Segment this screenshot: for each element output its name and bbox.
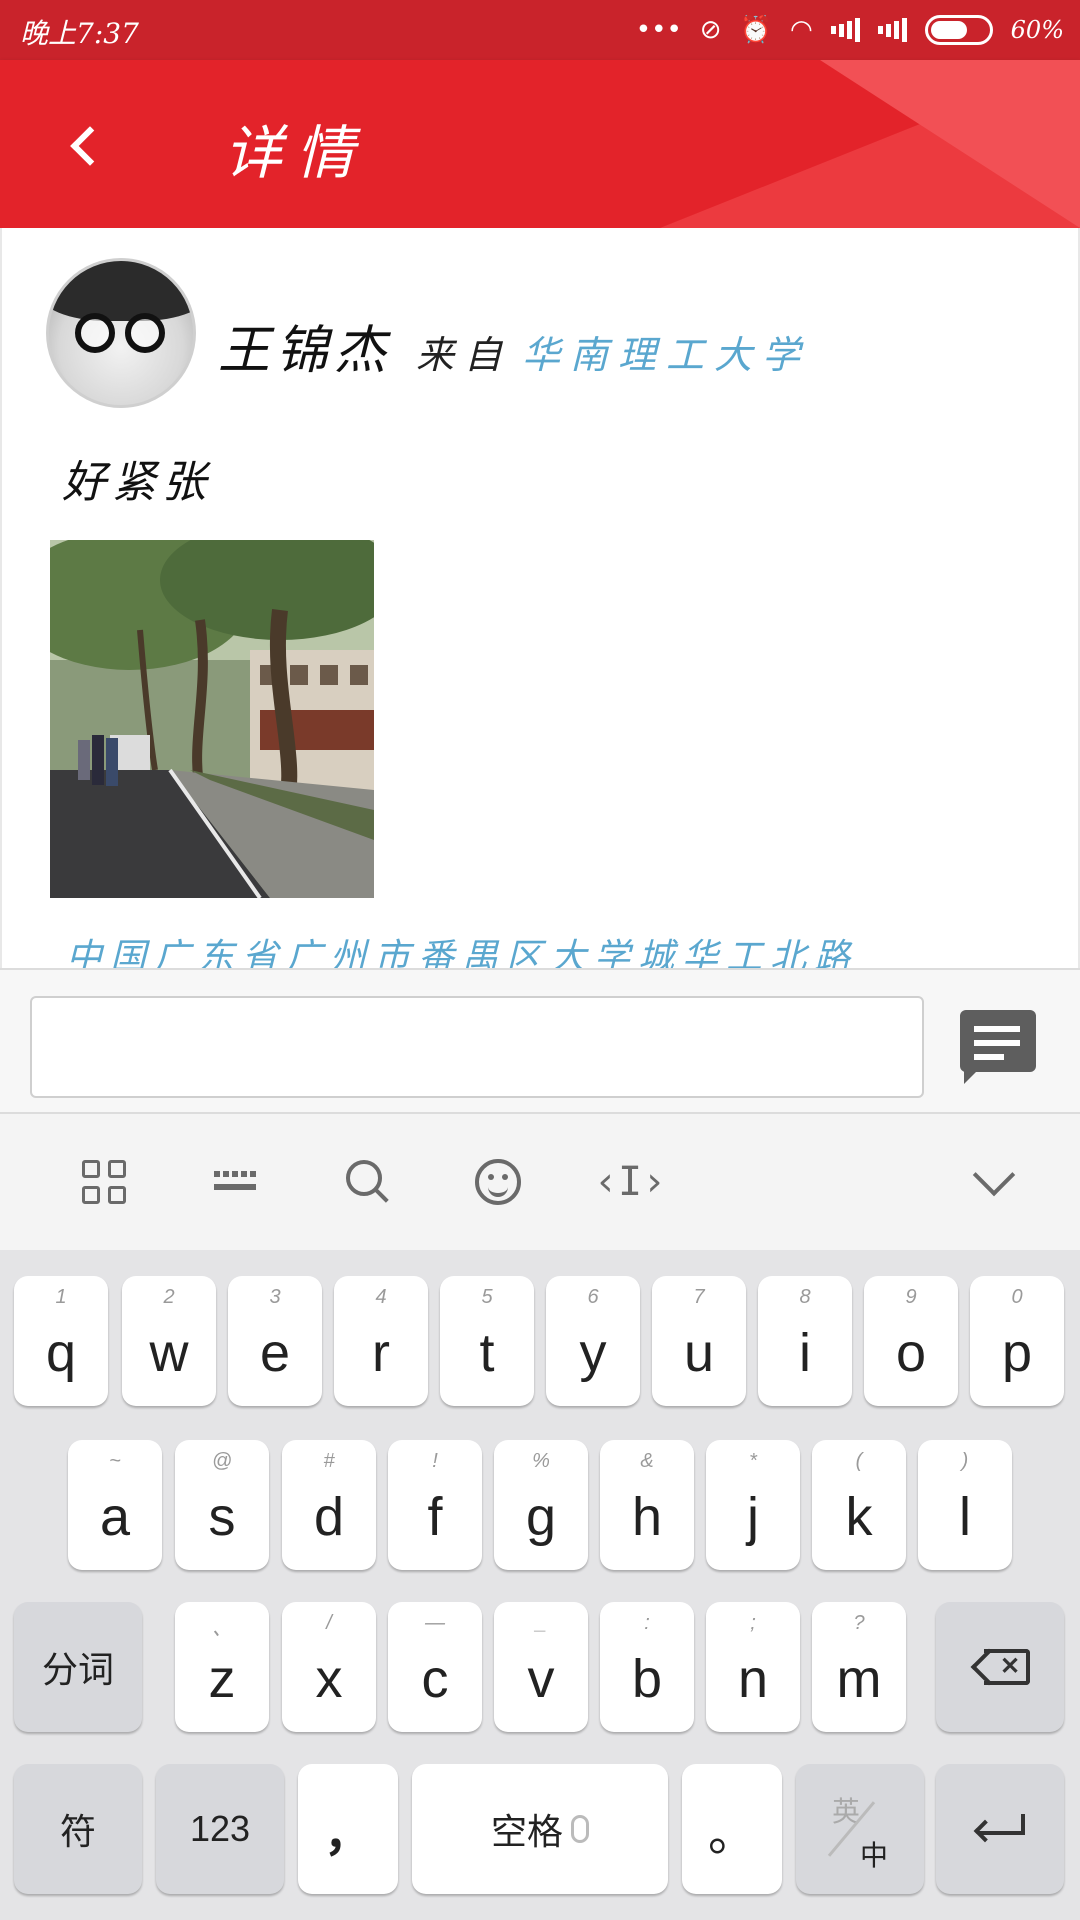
signal-4g-icon [830, 17, 860, 43]
key-n[interactable]: ; n [706, 1602, 800, 1732]
space-key[interactable]: 空格 [412, 1764, 668, 1894]
backspace-key[interactable]: ✕ [936, 1602, 1064, 1732]
comment-bubble-icon[interactable] [960, 1010, 1036, 1086]
status-bar: 晚上7:37 ••• ⊘ ⏰ ◠ 60% [0, 0, 1080, 60]
header-decoration [820, 60, 1080, 228]
chevron-down-icon[interactable] [956, 1144, 1032, 1220]
wifi-icon: ◠ [789, 15, 813, 45]
page-title: 详情 [224, 119, 369, 187]
number-key[interactable]: 123 [156, 1764, 284, 1894]
key-q[interactable]: 1q [14, 1276, 108, 1406]
keyboard: 1q 2w 3e 4r 5t 6y 7u 8i 9o 0p ~ a @ s # d !… [0, 1250, 1080, 1920]
key-g[interactable]: % g [494, 1440, 588, 1570]
school-link[interactable]: 华南理工大学 [522, 324, 810, 379]
key-h[interactable]: & h [600, 1440, 694, 1570]
key-l[interactable]: ) l [918, 1440, 1012, 1570]
grid-icon[interactable] [66, 1144, 142, 1220]
key-r[interactable]: 4r [334, 1276, 428, 1406]
key-d[interactable]: # d [282, 1440, 376, 1570]
status-icons: ••• ⊘ ⏰ ◠ 60% [636, 10, 1064, 50]
emoji-icon[interactable] [460, 1144, 536, 1220]
space-label: 空格 [490, 1811, 563, 1852]
comment-bar [0, 968, 1080, 1114]
post-text: 好紧张 [62, 457, 212, 508]
key-w[interactable]: 2w [122, 1276, 216, 1406]
battery-icon [924, 15, 993, 45]
key-t[interactable]: 5t [440, 1276, 534, 1406]
key-u[interactable]: 7u [652, 1276, 746, 1406]
from-label: 来自 [416, 333, 513, 377]
avatar[interactable] [46, 258, 196, 408]
alarm-icon: ⏰ [739, 15, 772, 45]
keyboard-icon[interactable] [198, 1144, 274, 1220]
key-p[interactable]: 0p [970, 1276, 1064, 1406]
key-c[interactable]: — c [388, 1602, 482, 1732]
language-switch-key[interactable]: 英 中 [796, 1764, 924, 1894]
key-e[interactable]: 3e [228, 1276, 322, 1406]
key-v[interactable]: _ v [494, 1602, 588, 1732]
keyboard-toolbar: ‹I› [0, 1114, 1080, 1250]
key-i[interactable]: 8i [758, 1276, 852, 1406]
key-m[interactable]: ? m [812, 1602, 906, 1732]
segment-key[interactable]: 分词 [14, 1602, 142, 1732]
key-b[interactable]: :b [600, 1602, 694, 1732]
lang-zh-label: 中 [860, 1840, 889, 1871]
author-row: 王锦杰 来自 华南理工大学 [218, 308, 810, 383]
key-k[interactable]: (k [812, 1440, 906, 1570]
key-z[interactable]: 、 z [175, 1602, 269, 1732]
backspace-icon: ✕ [970, 1648, 1030, 1686]
battery-percent: 60% [1010, 16, 1064, 44]
key-a[interactable]: ~ a [68, 1440, 162, 1570]
comma-key[interactable]: ， [298, 1764, 398, 1894]
key-y[interactable]: 6y [546, 1276, 640, 1406]
post-photo[interactable] [50, 540, 374, 898]
vibrate-icon: ⊘ [699, 15, 722, 45]
key-o[interactable]: 9o [864, 1276, 958, 1406]
mic-icon [571, 1815, 589, 1843]
key-j[interactable]: * j [706, 1440, 800, 1570]
key-f[interactable]: ! f [388, 1440, 482, 1570]
cursor-icon[interactable]: ‹I› [592, 1144, 668, 1220]
key-s[interactable]: @ s [175, 1440, 269, 1570]
author-name[interactable]: 王锦杰 [218, 308, 392, 383]
post-card: 王锦杰 来自 华南理工大学 好紧张 中国广东省广州市番禺区大学城华工北路 [0, 228, 1080, 978]
search-icon[interactable] [330, 1144, 406, 1220]
header-bar: 详情 [0, 60, 1080, 228]
enter-key[interactable] [936, 1764, 1064, 1894]
signal-icon [877, 17, 907, 43]
more-dots-icon: ••• [635, 15, 682, 45]
enter-icon [973, 1814, 1025, 1844]
back-arrow-icon[interactable] [58, 112, 118, 176]
symbol-key[interactable]: 符 [14, 1764, 142, 1894]
status-time: 晚上7:37 [20, 17, 139, 50]
key-x[interactable]: / x [282, 1602, 376, 1732]
period-key[interactable]: 。 [682, 1764, 782, 1894]
comment-input[interactable] [30, 996, 924, 1098]
